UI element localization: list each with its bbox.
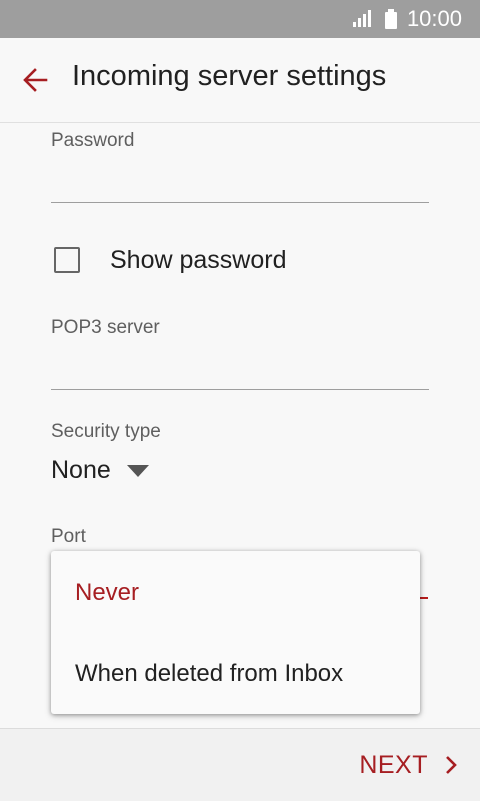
battery-icon: [384, 9, 397, 29]
app-bar: Incoming server settings: [0, 38, 480, 123]
port-label: Port: [51, 526, 86, 547]
page-title: Incoming server settings: [72, 60, 387, 92]
security-type-value: None: [51, 456, 111, 484]
back-button[interactable]: [20, 64, 52, 96]
pop3-server-label: POP3 server: [51, 317, 160, 338]
show-password-label[interactable]: Show password: [110, 246, 286, 275]
dropdown-option-never[interactable]: Never: [51, 553, 420, 633]
show-password-checkbox[interactable]: [54, 247, 80, 273]
pop3-server-input[interactable]: [51, 349, 429, 390]
status-time: 10:00: [406, 6, 462, 31]
security-type-label: Security type: [51, 421, 161, 442]
security-type-select[interactable]: None: [51, 456, 149, 485]
bottom-bar: NEXT: [0, 728, 480, 801]
next-label: NEXT: [359, 750, 428, 779]
signal-icon: [352, 9, 375, 29]
delete-option-dropdown: Never When deleted from Inbox: [51, 551, 420, 714]
dropdown-option-when-deleted[interactable]: When deleted from Inbox: [51, 634, 420, 714]
chevron-right-icon: [446, 756, 457, 774]
password-input[interactable]: [51, 162, 429, 203]
status-icons: 10:00: [352, 0, 462, 38]
arrow-left-icon: [23, 68, 48, 92]
status-bar: 10:00: [0, 0, 480, 38]
password-label: Password: [51, 130, 135, 151]
caret-down-icon: [126, 464, 149, 477]
next-button[interactable]: NEXT: [359, 729, 458, 801]
